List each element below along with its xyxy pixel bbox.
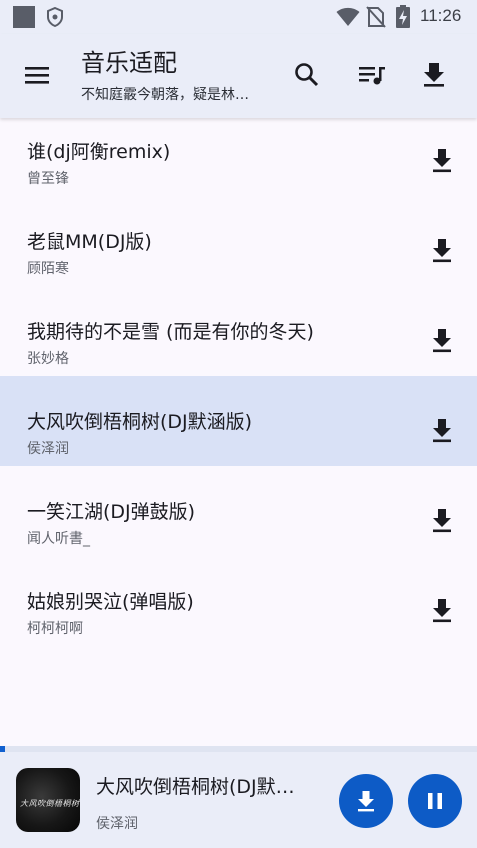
download-icon: [358, 791, 374, 812]
playlist-icon[interactable]: [355, 58, 389, 92]
player-download-button[interactable]: [339, 774, 393, 828]
song-artist: 顾陌寒: [27, 261, 69, 277]
battery-charging-icon: [396, 5, 410, 28]
now-playing-artist: 侯泽润: [96, 816, 138, 832]
download-icon[interactable]: [417, 58, 451, 92]
song-row[interactable]: 谁(dj阿衡remix) 曾至锋: [0, 106, 477, 196]
song-artist: 柯柯柯啊: [27, 621, 83, 637]
album-cover[interactable]: 大风吹倒梧桐树: [16, 768, 80, 832]
notification-square-icon: [13, 6, 35, 28]
pause-icon: [428, 793, 442, 809]
song-title: 姑娘别哭泣(弹唱版): [27, 591, 194, 613]
song-title: 谁(dj阿衡remix): [27, 141, 171, 163]
download-icon[interactable]: [428, 417, 456, 445]
song-title: 大风吹倒梧桐树(DJ默涵版): [27, 411, 253, 433]
song-artist: 张妙格: [27, 351, 69, 367]
shield-icon: [47, 7, 63, 27]
download-icon[interactable]: [428, 327, 456, 355]
song-artist: 侯泽润: [27, 441, 69, 457]
download-icon[interactable]: [428, 597, 456, 625]
page-subtitle: 不知庭霰今朝落，疑是林…: [81, 87, 249, 103]
wifi-icon: [336, 7, 360, 26]
song-artist: 曾至锋: [27, 171, 69, 187]
download-icon[interactable]: [428, 237, 456, 265]
song-row-active[interactable]: 大风吹倒梧桐树(DJ默涵版) 侯泽润: [0, 376, 477, 466]
menu-icon[interactable]: [20, 60, 54, 90]
song-artist: 闻人听書_: [27, 531, 90, 547]
no-sim-icon: [366, 6, 386, 28]
cover-art-text: 大风吹倒梧桐树: [20, 799, 80, 808]
clock: 11:26: [420, 6, 462, 25]
song-title: 我期待的不是雪 (而是有你的冬天): [27, 321, 314, 343]
song-title: 一笑江湖(DJ弹鼓版): [27, 501, 196, 523]
search-icon[interactable]: [290, 58, 324, 92]
status-bar: 11:26: [0, 0, 477, 34]
download-icon[interactable]: [428, 507, 456, 535]
app-bar: 音乐适配 不知庭霰今朝落，疑是林…: [0, 34, 477, 118]
song-list: 谁(dj阿衡remix) 曾至锋 老鼠MM(DJ版) 顾陌寒 我期待的不是雪 (…: [0, 106, 477, 746]
song-row[interactable]: 我期待的不是雪 (而是有你的冬天) 张妙格: [0, 286, 477, 376]
song-title: 老鼠MM(DJ版): [27, 231, 152, 253]
song-row[interactable]: 姑娘别哭泣(弹唱版) 柯柯柯啊: [0, 556, 477, 646]
page-title: 音乐适配: [81, 49, 177, 77]
download-icon[interactable]: [428, 147, 456, 175]
song-row[interactable]: 老鼠MM(DJ版) 顾陌寒: [0, 196, 477, 286]
now-playing-title: 大风吹倒梧桐树(DJ默…: [96, 776, 295, 798]
pause-button[interactable]: [408, 774, 462, 828]
mini-player: 大风吹倒梧桐树 大风吹倒梧桐树(DJ默… 侯泽润: [0, 752, 477, 848]
song-row[interactable]: 一笑江湖(DJ弹鼓版) 闻人听書_: [0, 466, 477, 556]
